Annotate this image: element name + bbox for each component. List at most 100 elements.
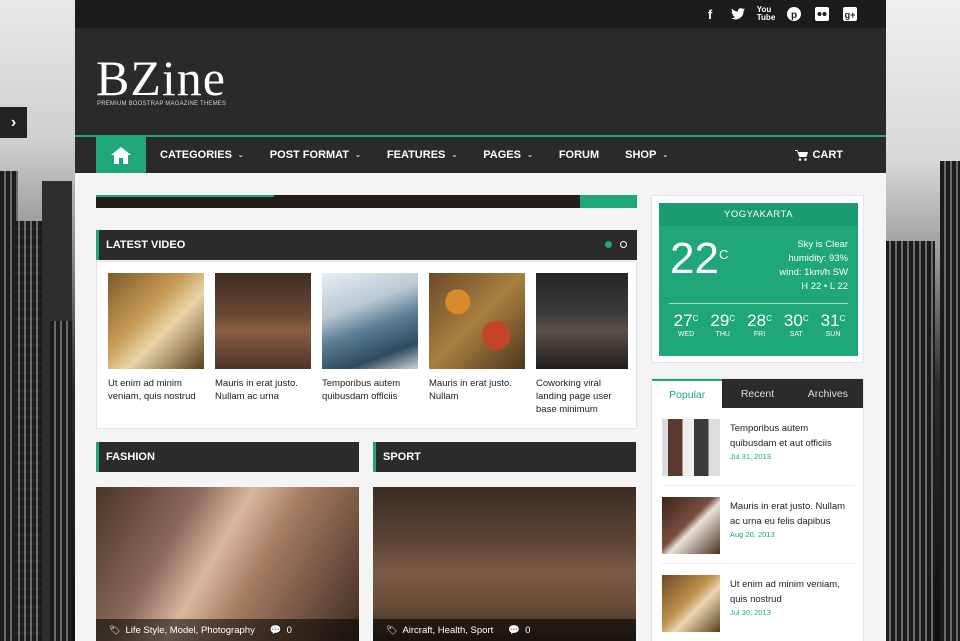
carousel-dot[interactable] — [620, 241, 627, 248]
site-logo[interactable]: BZine — [96, 53, 226, 103]
tab-recent[interactable]: Recent — [722, 379, 792, 408]
home-button[interactable] — [96, 137, 146, 173]
nav-item-post-format[interactable]: POST FORMAT ⌄ — [270, 149, 361, 161]
home-icon — [111, 146, 131, 164]
tab-bar: Popular Recent Archives — [652, 379, 863, 408]
facebook-icon[interactable]: f — [702, 6, 718, 22]
svg-text:p: p — [791, 10, 797, 21]
chevron-down-icon: ⌄ — [451, 152, 458, 159]
nav-item-forum[interactable]: FORUM — [559, 149, 599, 161]
google-plus-icon[interactable]: g+ — [842, 6, 858, 22]
top-bar: f You Tube p g+ — [75, 0, 886, 28]
video-thumbnail[interactable] — [536, 273, 628, 369]
nav-item-categories[interactable]: CATEGORIES ⌄ — [160, 149, 244, 161]
video-caption[interactable]: Temporibus autem quibusdam officiis — [322, 377, 418, 403]
carousel-dot-active[interactable] — [605, 241, 612, 248]
video-caption[interactable]: Mauris in erat justo. Nullam — [429, 377, 525, 403]
post-thumbnail[interactable] — [662, 575, 720, 632]
tab-popular[interactable]: Popular — [652, 379, 723, 408]
tag-icon: 🏷 — [386, 624, 398, 635]
latest-video-header: LATEST VIDEO — [96, 230, 637, 260]
cart-icon — [795, 149, 809, 161]
popular-post-item[interactable]: Mauris in erat justo. Nullam ac urna eu … — [662, 486, 855, 564]
divider — [669, 303, 848, 304]
cart-link[interactable]: CART — [795, 149, 843, 161]
fashion-header[interactable]: FASHION — [96, 442, 359, 472]
video-item[interactable]: Mauris in erat justo. Nullam ac urna — [215, 273, 311, 403]
weather-current-temp: 22C — [670, 234, 729, 283]
comment-icon: 💬 — [269, 624, 282, 636]
background-cityscape-right — [885, 0, 960, 641]
chevron-down-icon: ⌄ — [526, 152, 533, 159]
sport-meta-bar: 🏷 Aircraft, Health, Sport 💬 0 — [373, 619, 636, 641]
youtube-icon[interactable]: You Tube — [757, 6, 776, 22]
fashion-comment-count[interactable]: 0 — [287, 625, 292, 636]
page-wrapper: f You Tube p g+ BZine PREMIUM BOOSTRAP MA… — [75, 0, 886, 641]
fashion-featured-image[interactable]: 🏷 Life Style, Model, Photography 💬 0 — [96, 487, 359, 641]
post-thumbnail[interactable] — [662, 419, 720, 476]
twitter-icon[interactable] — [730, 6, 746, 22]
post-date: Jul 31, 2013 — [730, 452, 771, 461]
side-panel-toggle[interactable]: › — [0, 107, 27, 138]
fashion-tags[interactable]: Life Style, Model, Photography — [125, 625, 254, 636]
featured-slider-strip[interactable] — [96, 195, 637, 208]
video-caption[interactable]: Mauris in erat justo. Nullam ac urna — [215, 377, 311, 403]
video-item[interactable]: Coworking viral landing page user base m… — [536, 273, 628, 416]
chevron-down-icon: ⌄ — [662, 152, 669, 159]
weather-city: YOGYAKARTA — [659, 203, 858, 226]
popular-post-item[interactable]: Ut enim ad minim veniam, quis nostrud Ju… — [662, 564, 855, 641]
tab-archives[interactable]: Archives — [793, 379, 863, 408]
site-header: BZine PREMIUM BOOSTRAP MAGAZINE THEMES — [75, 28, 886, 135]
comment-icon: 💬 — [508, 624, 521, 636]
nav-item-pages[interactable]: PAGES ⌄ — [483, 149, 533, 161]
weather-widget: YOGYAKARTA 22C Sky is Clear humidity: 93… — [651, 195, 864, 363]
forecast-day: 27C WED — [673, 311, 699, 338]
flickr-icon[interactable] — [814, 6, 830, 22]
weather-details: Sky is Clear humidity: 93% wind: 1km/h S… — [779, 238, 848, 294]
post-title[interactable]: Temporibus autem quibusdam et aut offici… — [730, 421, 855, 451]
site-tagline: PREMIUM BOOSTRAP MAGAZINE THEMES — [97, 101, 227, 107]
weather-wind: wind: 1km/h SW — [779, 267, 848, 278]
slider-control[interactable] — [580, 195, 637, 208]
video-thumbnail[interactable] — [322, 273, 418, 369]
sport-comment-count[interactable]: 0 — [525, 625, 530, 636]
post-title[interactable]: Ut enim ad minim veniam, quis nostrud — [730, 577, 855, 607]
post-date: Jul 30, 2013 — [730, 608, 771, 617]
weather-humidity: humidity: 93% — [788, 253, 848, 264]
video-item[interactable]: Temporibus autem quibusdam officiis — [322, 273, 418, 403]
sport-header[interactable]: SPORT — [373, 442, 636, 472]
slider-progress — [96, 195, 274, 197]
main-nav: CATEGORIES ⌄ POST FORMAT ⌄ FEATURES ⌄ PAGES… — [75, 135, 886, 173]
video-item[interactable]: Mauris in erat justo. Nullam — [429, 273, 525, 403]
post-title[interactable]: Mauris in erat justo. Nullam ac urna eu … — [730, 499, 855, 529]
sport-tags[interactable]: Aircraft, Health, Sport — [402, 625, 493, 636]
social-links: f You Tube p g+ — [702, 6, 858, 22]
background-cityscape-left — [0, 0, 75, 641]
svg-text:g+: g+ — [845, 10, 856, 20]
post-thumbnail[interactable] — [662, 497, 720, 554]
pinterest-icon[interactable]: p — [786, 6, 802, 22]
video-caption[interactable]: Coworking viral landing page user base m… — [536, 377, 628, 416]
popular-post-item[interactable]: Temporibus autem quibusdam et aut offici… — [662, 408, 855, 486]
nav-item-features[interactable]: FEATURES ⌄ — [387, 149, 457, 161]
nav-item-shop[interactable]: SHOP ⌄ — [625, 149, 668, 161]
sport-featured-image[interactable]: 🏷 Aircraft, Health, Sport 💬 0 — [373, 487, 636, 641]
weather-forecast: 27C WED 29C THU 28C FRI 30C SAT 31C SUN — [669, 311, 850, 338]
weather-hilo: H 22 • L 22 — [801, 281, 848, 292]
fashion-meta-bar: 🏷 Life Style, Model, Photography 💬 0 — [96, 619, 359, 641]
forecast-day: 30C SAT — [783, 311, 809, 338]
tag-icon: 🏷 — [109, 624, 121, 635]
carousel-pagination — [605, 241, 627, 248]
forecast-day: 31C SUN — [820, 311, 846, 338]
video-item[interactable]: Ut enim ad minim veniam, quis nostrud — [108, 273, 204, 403]
chevron-down-icon: ⌄ — [355, 152, 361, 159]
posts-tabs-widget: Popular Recent Archives Temporibus autem… — [651, 378, 864, 641]
video-thumbnail[interactable] — [429, 273, 525, 369]
weather-condition: Sky is Clear — [797, 239, 848, 250]
post-date: Aug 20, 2013 — [730, 530, 775, 539]
video-caption[interactable]: Ut enim ad minim veniam, quis nostrud — [108, 377, 204, 403]
chevron-down-icon: ⌄ — [237, 152, 244, 159]
video-thumbnail[interactable] — [215, 273, 311, 369]
forecast-day: 28C FRI — [747, 311, 772, 338]
video-thumbnail[interactable] — [108, 273, 204, 369]
